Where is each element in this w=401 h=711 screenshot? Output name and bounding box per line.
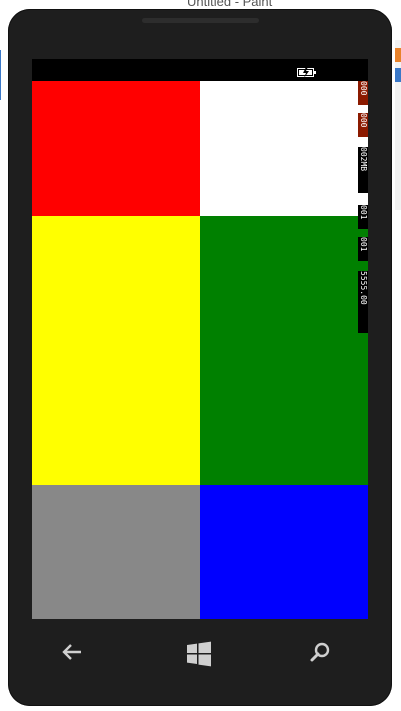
start-button[interactable]	[179, 641, 219, 671]
background-window-edge	[0, 50, 8, 100]
battery-charging-icon	[297, 65, 317, 78]
windows-start-icon	[179, 641, 219, 667]
blue-tile[interactable]	[200, 485, 368, 619]
frame-rate-counters: 000 000 002MB 001 001 5555.00	[358, 81, 368, 343]
counter-4: 001	[358, 205, 368, 229]
counter-1: 000	[358, 81, 368, 105]
background-window-title: Untitled - Paint	[187, 0, 273, 9]
red-tile[interactable]	[32, 81, 200, 216]
counter-2: 000	[358, 113, 368, 137]
phone-emulator-frame: 000 000 002MB 001 001 5555.00	[8, 9, 392, 706]
status-bar	[32, 59, 368, 81]
gray-tile[interactable]	[32, 485, 200, 619]
color-tile-grid	[32, 81, 368, 619]
desktop-background: Untitled - Paint 000 000 002MB 001 001 5…	[0, 0, 401, 711]
counter-5: 001	[358, 237, 368, 261]
background-toolbar-strip	[395, 40, 401, 210]
yellow-tile[interactable]	[32, 216, 200, 485]
white-tile[interactable]	[200, 81, 368, 216]
back-arrow-icon	[52, 641, 92, 663]
search-icon	[300, 641, 340, 663]
phone-speaker	[142, 18, 259, 23]
back-button[interactable]	[52, 641, 92, 671]
green-tile[interactable]	[200, 216, 368, 485]
counter-3: 002MB	[358, 147, 368, 193]
phone-navigation-bar	[8, 631, 392, 681]
counter-6: 5555.00	[358, 271, 368, 333]
search-button[interactable]	[300, 641, 340, 671]
phone-screen[interactable]: 000 000 002MB 001 001 5555.00	[32, 59, 368, 619]
